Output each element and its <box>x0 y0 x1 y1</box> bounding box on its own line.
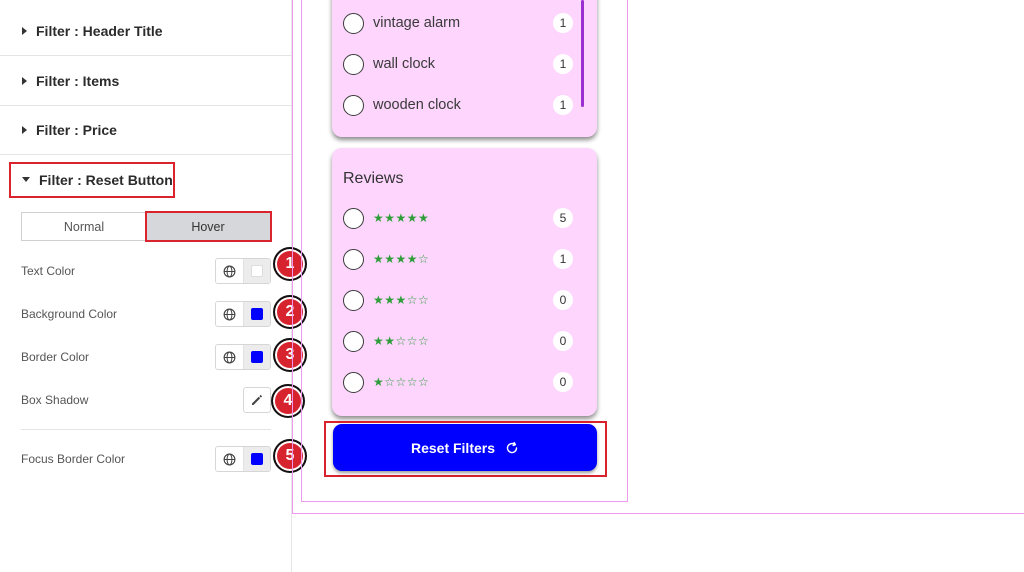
control-box-shadow: Box Shadow <box>21 387 271 413</box>
star-rating: ★★★★★ <box>373 211 430 225</box>
reset-filters-button[interactable]: Reset Filters <box>333 424 597 471</box>
color-swatch[interactable] <box>244 302 270 326</box>
caret-right-icon <box>22 77 27 85</box>
tab-normal[interactable]: Normal <box>22 213 146 240</box>
radio-button[interactable] <box>343 330 364 352</box>
radio-button[interactable] <box>343 53 364 75</box>
reviews-title: Reviews <box>343 170 404 187</box>
color-swatch[interactable] <box>244 345 270 369</box>
pencil-icon <box>252 394 263 405</box>
review-row[interactable]: ★★★☆☆ 0 <box>343 288 573 312</box>
color-control <box>215 258 271 284</box>
list-item[interactable]: wall clock 1 <box>343 52 573 76</box>
review-row[interactable]: ★☆☆☆☆ 0 <box>343 370 573 394</box>
review-count: 0 <box>553 290 573 310</box>
control-label: Border Color <box>21 350 90 364</box>
caret-right-icon <box>22 27 27 35</box>
control-label: Focus Border Color <box>21 452 126 466</box>
item-count: 1 <box>553 13 573 33</box>
color-control <box>215 301 271 327</box>
section-price[interactable]: Filter : Price <box>0 106 292 155</box>
section-title: Filter : Price <box>36 122 117 138</box>
review-row[interactable]: ★★★★☆ 1 <box>343 247 573 271</box>
color-control <box>215 446 271 472</box>
edit-shadow-button[interactable] <box>243 387 271 413</box>
radio-button[interactable] <box>343 207 364 229</box>
reviews-card: Reviews ★★★★★ 5 ★★★★☆ 1 ★★★☆☆ 0 ★★☆☆☆ 0 … <box>332 148 597 416</box>
section-header-title[interactable]: Filter : Header Title <box>0 7 292 56</box>
globe-icon[interactable] <box>216 447 244 471</box>
globe-icon[interactable] <box>216 345 244 369</box>
control-label: Text Color <box>21 264 76 278</box>
radio-button[interactable] <box>343 94 364 116</box>
section-title: Filter : Header Title <box>36 23 163 39</box>
highlight-hover-tab <box>145 211 272 242</box>
editor-panel: Filter : Header Title Filter : Items Fil… <box>0 0 292 572</box>
scrollbar[interactable] <box>581 0 584 107</box>
item-name: vintage alarm <box>373 15 461 31</box>
refresh-icon <box>505 441 519 455</box>
section-title: Filter : Items <box>36 73 120 89</box>
control-label: Box Shadow <box>21 393 89 407</box>
divider <box>21 429 271 430</box>
section-items[interactable]: Filter : Items <box>0 57 292 106</box>
item-name: wall clock <box>373 56 436 72</box>
star-rating: ★★★★☆ <box>373 252 430 266</box>
review-count: 0 <box>553 372 573 392</box>
items-card: vintage alarm 1 wall clock 1 wooden cloc… <box>332 0 597 137</box>
review-count: 5 <box>553 208 573 228</box>
control-focus-border-color: Focus Border Color <box>21 446 271 472</box>
review-count: 0 <box>553 331 573 351</box>
color-swatch[interactable] <box>244 447 270 471</box>
list-item[interactable]: vintage alarm 1 <box>343 11 573 35</box>
globe-icon[interactable] <box>216 302 244 326</box>
review-count: 1 <box>553 249 573 269</box>
highlight-reset-section <box>9 162 175 198</box>
list-item[interactable]: wooden clock 1 <box>343 93 573 117</box>
radio-button[interactable] <box>343 371 364 393</box>
item-count: 1 <box>553 54 573 74</box>
globe-icon[interactable] <box>216 259 244 283</box>
star-rating: ★★☆☆☆ <box>373 334 430 348</box>
star-rating: ★★★☆☆ <box>373 293 430 307</box>
control-background-color: Background Color <box>21 301 271 327</box>
item-count: 1 <box>553 95 573 115</box>
reset-label: Reset Filters <box>410 439 496 456</box>
color-control <box>215 344 271 370</box>
control-border-color: Border Color <box>21 344 271 370</box>
star-rating: ★☆☆☆☆ <box>373 375 430 389</box>
review-row[interactable]: ★★☆☆☆ 0 <box>343 329 573 353</box>
radio-button[interactable] <box>343 248 364 270</box>
radio-button[interactable] <box>343 289 364 311</box>
color-swatch[interactable] <box>244 259 270 283</box>
control-label: Background Color <box>21 307 118 321</box>
caret-right-icon <box>22 126 27 134</box>
control-text-color: Text Color <box>21 258 271 284</box>
item-name: wooden clock <box>373 97 461 113</box>
radio-button[interactable] <box>343 12 364 34</box>
review-row[interactable]: ★★★★★ 5 <box>343 206 573 230</box>
